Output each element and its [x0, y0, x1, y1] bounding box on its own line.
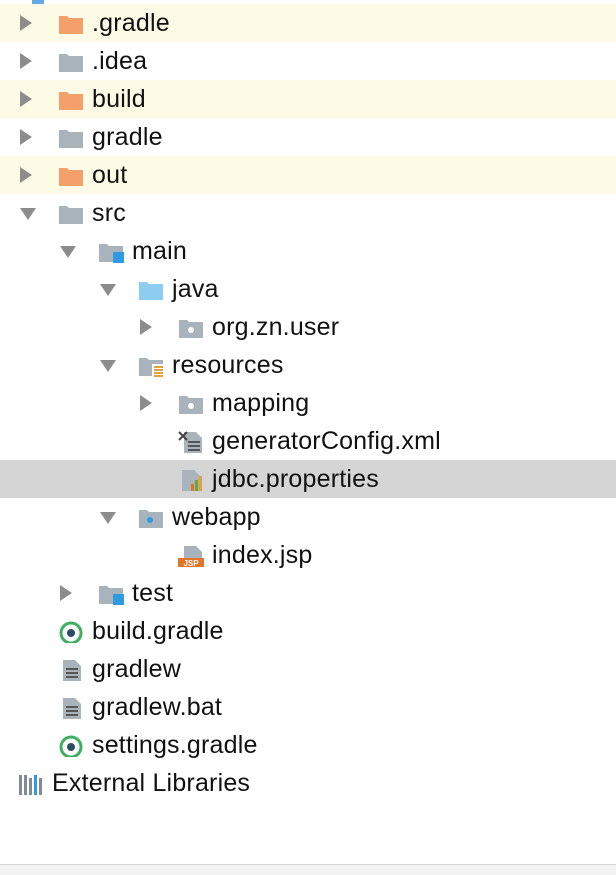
tree-row-build-gradle-file[interactable]: build.gradle [0, 612, 616, 650]
tree-row-label: org.zn.user [212, 313, 340, 341]
tree-row-label: External Libraries [52, 769, 251, 797]
tree-row-index-jsp-file[interactable]: JSP index.jsp [0, 536, 616, 574]
file-jsp-icon: JSP [178, 545, 204, 567]
tree-row-package-org-zn-user[interactable]: org.zn.user [0, 308, 616, 346]
tree-row-external-libraries[interactable]: External Libraries [0, 764, 616, 802]
tree-row-settings-gradle-file[interactable]: settings.gradle [0, 726, 616, 764]
tree-row-label: build.gradle [92, 617, 224, 645]
folder-module-icon [98, 241, 124, 263]
folder-gray-icon [58, 203, 84, 225]
file-gradle-icon [58, 621, 84, 643]
tree-row-label: webapp [172, 503, 261, 531]
tree-row-resources-dir[interactable]: resources [0, 346, 616, 384]
tree-row-label: gradle [92, 123, 163, 151]
tree-row-gradlew-bat-file[interactable]: gradlew.bat [0, 688, 616, 726]
svg-text:JSP: JSP [183, 559, 199, 567]
expand-arrow-icon[interactable] [20, 91, 32, 107]
file-xml-icon [178, 431, 204, 453]
tree-row-jdbc-properties-file[interactable]: jdbc.properties [0, 460, 616, 498]
folder-orange-icon [58, 89, 84, 111]
tree-row-generator-config-file[interactable]: generatorConfig.xml [0, 422, 616, 460]
tree-row-gradle-dir[interactable]: .gradle [0, 4, 616, 42]
collapse-arrow-icon[interactable] [100, 512, 116, 524]
expand-arrow-icon[interactable] [20, 15, 32, 31]
expand-arrow-icon[interactable] [60, 585, 72, 601]
expand-arrow-icon[interactable] [140, 395, 152, 411]
tree-row-java-dir[interactable]: java [0, 270, 616, 308]
tree-row-label: jdbc.properties [212, 465, 379, 493]
tree-row-label: out [92, 161, 128, 189]
tree-row-label: build [92, 85, 146, 113]
tree-row-webapp-dir[interactable]: webapp [0, 498, 616, 536]
tree-row-gradlew-file[interactable]: gradlew [0, 650, 616, 688]
folder-resources-icon [138, 355, 164, 377]
collapse-arrow-icon[interactable] [60, 246, 76, 258]
tree-row-out-dir[interactable]: out [0, 156, 616, 194]
expand-arrow-icon[interactable] [20, 167, 32, 183]
tree-row-idea-dir[interactable]: .idea [0, 42, 616, 80]
collapse-arrow-icon[interactable] [100, 360, 116, 372]
folder-module-icon [98, 583, 124, 605]
tree-row-gradle-wrapper-dir[interactable]: gradle [0, 118, 616, 156]
tree-row-label: java [172, 275, 219, 303]
file-gradle-icon [58, 735, 84, 757]
tree-row-label: mapping [212, 389, 310, 417]
tree-row-label: generatorConfig.xml [212, 427, 441, 455]
tree-row-build-dir[interactable]: build [0, 80, 616, 118]
tree-row-label: gradlew [92, 655, 181, 683]
libraries-icon [18, 773, 44, 795]
file-properties-icon [178, 469, 204, 491]
tree-row-label: .idea [92, 47, 148, 75]
tree-row-label: main [132, 237, 187, 265]
collapse-arrow-icon[interactable] [100, 284, 116, 296]
folder-gray-icon [58, 127, 84, 149]
horizontal-scrollbar-track[interactable] [0, 864, 616, 875]
tree-row-label: test [132, 579, 174, 607]
package-icon [178, 317, 204, 339]
expand-arrow-icon[interactable] [20, 129, 32, 145]
tree-row-label: .gradle [92, 9, 170, 37]
file-text-icon [58, 697, 84, 719]
tree-row-label: src [92, 199, 126, 227]
expand-arrow-icon[interactable] [140, 319, 152, 335]
tree-row-label: index.jsp [212, 541, 313, 569]
tree-row-main-dir[interactable]: main [0, 232, 616, 270]
tree-row-label: gradlew.bat [92, 693, 223, 721]
tree-row-label: settings.gradle [92, 731, 258, 759]
expand-arrow-icon[interactable] [20, 53, 32, 69]
tree-row-label: resources [172, 351, 284, 379]
tree-row-test-dir[interactable]: test [0, 574, 616, 612]
folder-web-icon [138, 507, 164, 529]
collapse-arrow-icon[interactable] [20, 208, 36, 220]
folder-gray-icon [58, 51, 84, 73]
folder-source-icon [138, 279, 164, 301]
tree-row-mapping-dir[interactable]: mapping [0, 384, 616, 422]
folder-orange-icon [58, 13, 84, 35]
tree-row-src-dir[interactable]: src [0, 194, 616, 232]
file-text-icon [58, 659, 84, 681]
folder-orange-icon [58, 165, 84, 187]
package-icon [178, 393, 204, 415]
